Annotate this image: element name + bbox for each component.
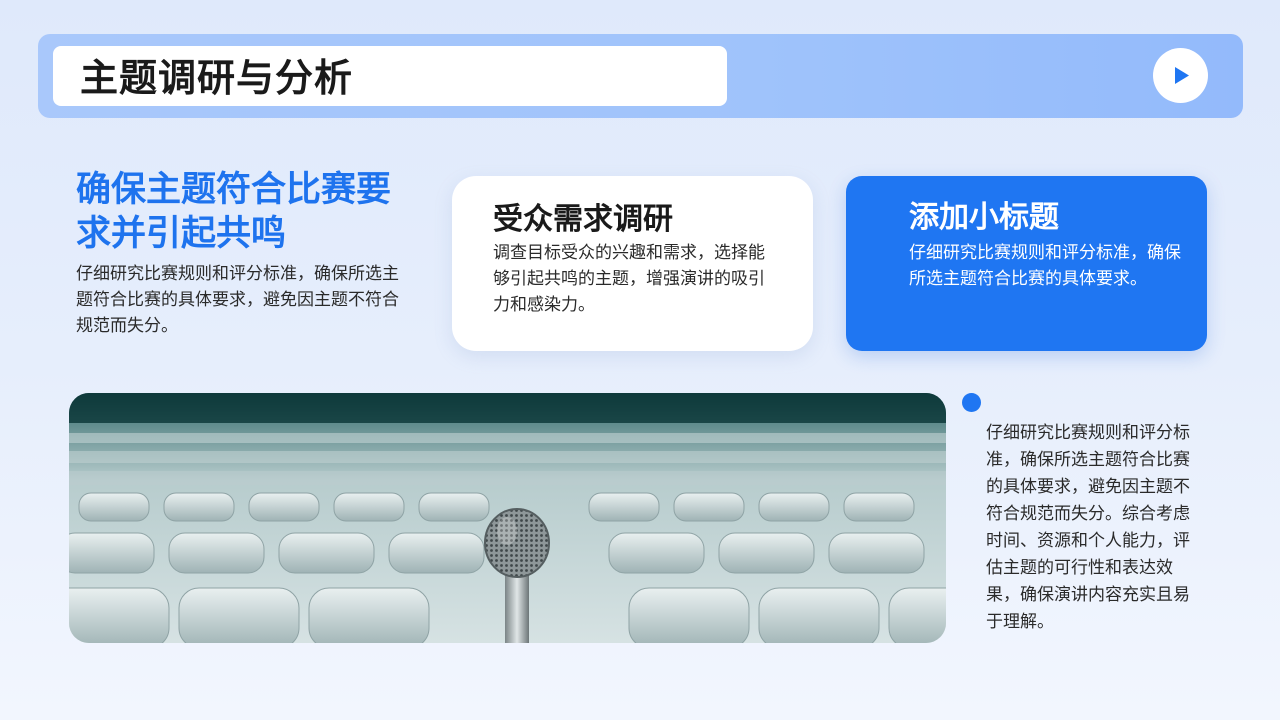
- card-title: 添加小标题: [909, 200, 1059, 235]
- audience-research-card: 受众需求调研 调查目标受众的兴趣和需求，选择能够引起共鸣的主题，增强演讲的吸引力…: [452, 176, 813, 351]
- play-icon: [1175, 67, 1189, 84]
- side-description: 仔细研究比赛规则和评分标准，确保所选主题符合比赛的具体要求，避免因主题不符合规范…: [986, 423, 1190, 632]
- main-heading: 确保主题符合比赛要求并引起共鸣: [76, 170, 392, 254]
- main-body-text: 仔细研究比赛规则和评分标准，确保所选主题符合比赛的具体要求，避免因主题不符合规范…: [76, 264, 399, 336]
- card-body: 仔细研究比赛规则和评分标准，确保所选主题符合比赛的具体要求。: [909, 243, 1181, 289]
- subtitle-card: 添加小标题 仔细研究比赛规则和评分标准，确保所选主题符合比赛的具体要求。: [846, 176, 1207, 351]
- auditorium-microphone-image: [69, 393, 946, 643]
- card-title: 受众需求调研: [493, 202, 673, 237]
- card-body: 调查目标受众的兴趣和需求，选择能够引起共鸣的主题，增强演讲的吸引力和感染力。: [493, 243, 765, 315]
- bullet-dot: [962, 393, 981, 412]
- page-title: 主题调研与分析: [80, 56, 354, 100]
- play-button[interactable]: [1153, 48, 1208, 103]
